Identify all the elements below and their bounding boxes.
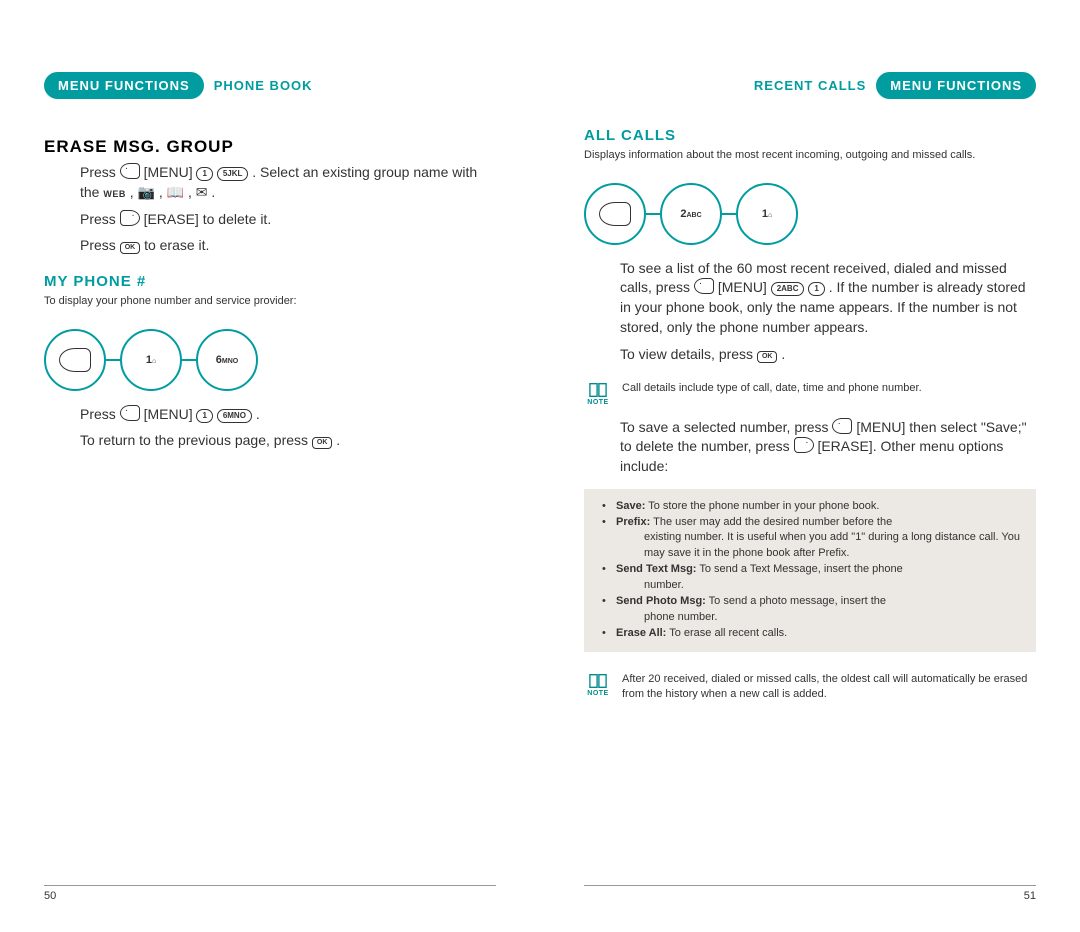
envelope-icon: ✉ [196,184,208,200]
web-text: WEB [103,189,126,199]
option-send-photo-cont: phone number. [598,610,1022,626]
my-phone-step1: Press [MENU] 1 6MNO . [80,405,496,425]
note-text: After 20 received, dialed or missed call… [622,672,1036,702]
erase-step2: Press [ERASE] to delete it. [80,210,496,230]
page-number-right: 51 [584,885,1036,902]
book-icon: 📖 [167,184,184,200]
option-send-text-cont: number. [598,578,1022,594]
key-sequence-all-calls: 2ABC 1⌂ [584,183,1036,245]
all-calls-p1: To see a list of the 60 most recent rece… [620,259,1036,337]
key-sequence-my-phone: 1⌂ 6MNO [44,329,496,391]
softkey-left-icon [120,163,140,179]
softkey-circle-icon [44,329,106,391]
option-prefix-cont: existing number. It is useful when you a… [598,530,1022,562]
softkey-right-icon [120,210,140,226]
my-phone-step2: To return to the previous page, press OK… [80,431,496,451]
note-icon: NOTE [584,381,612,406]
softkey-left-icon [832,418,852,434]
header-breadcrumb: PHONE BOOK [214,78,313,93]
header-pill: MENU FUNCTIONS [44,72,204,99]
key-1-icon: 1 [808,282,824,296]
heading-erase-msg-group: ERASE MSG. GROUP [44,137,496,157]
note-history: NOTE After 20 received, dialed or missed… [584,672,1036,702]
softkey-right-icon [794,437,814,453]
key-6-circle-icon: 6MNO [196,329,258,391]
note-icon: NOTE [584,672,612,702]
header-right: RECENT CALLS MENU FUNCTIONS [584,72,1036,99]
key-2-icon: 2ABC [771,282,805,296]
heading-all-calls: ALL CALLS [584,127,1036,144]
menu-options-box: Save: To store the phone number in your … [584,489,1036,652]
key-1-circle-icon: 1⌂ [736,183,798,245]
all-calls-p2: To view details, press OK . [620,345,1036,365]
option-erase-all: Erase All: To erase all recent calls. [616,626,1022,642]
erase-step3: Press OK to erase it. [80,236,496,256]
header-breadcrumb: RECENT CALLS [754,78,866,93]
header-pill: MENU FUNCTIONS [876,72,1036,99]
my-phone-desc: To display your phone number and service… [44,294,496,309]
heading-my-phone: MY PHONE # [44,273,496,290]
softkey-circle-icon [584,183,646,245]
note-text: Call details include type of call, date,… [622,381,922,406]
key-1-icon: 1 [196,409,212,423]
ok-key-icon: OK [120,242,141,254]
camera-icon: 📷 [138,184,155,200]
option-send-text: Send Text Msg: To send a Text Message, i… [616,562,1022,578]
key-6-icon: 6MNO [217,409,252,423]
key-1-circle-icon: 1⌂ [120,329,182,391]
note-call-details: NOTE Call details include type of call, … [584,381,1036,406]
page-left: MENU FUNCTIONS PHONE BOOK ERASE MSG. GRO… [0,0,540,932]
ok-key-icon: OK [757,351,778,363]
option-save: Save: To store the phone number in your … [616,499,1022,515]
all-calls-desc: Displays information about the most rece… [584,148,1036,163]
all-calls-p3: To save a selected number, press [MENU] … [620,418,1036,477]
ok-key-icon: OK [312,437,333,449]
page-right: RECENT CALLS MENU FUNCTIONS ALL CALLS Di… [540,0,1080,932]
key-1-icon: 1 [196,167,212,181]
erase-step1: Press [MENU] 1 5JKL . Select an existing… [80,163,496,202]
page-number-left: 50 [44,885,496,902]
option-send-photo: Send Photo Msg: To send a photo message,… [616,594,1022,610]
softkey-left-icon [120,405,140,421]
key-2-circle-icon: 2ABC [660,183,722,245]
key-5-icon: 5JKL [217,167,249,181]
header-left: MENU FUNCTIONS PHONE BOOK [44,72,496,99]
option-prefix: Prefix: The user may add the desired num… [616,515,1022,531]
softkey-left-icon [694,278,714,294]
